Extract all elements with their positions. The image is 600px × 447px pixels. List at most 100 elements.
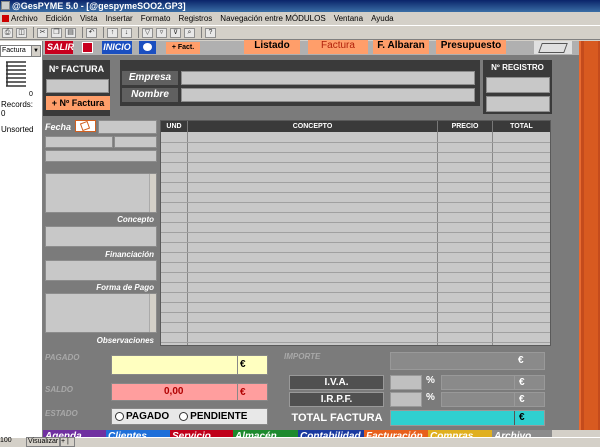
undo-icon[interactable]: ↶ bbox=[86, 27, 97, 38]
iva-percent-field[interactable] bbox=[390, 375, 422, 390]
visualizar-button[interactable]: Visualizar bbox=[26, 437, 60, 447]
euro-symbol: € bbox=[237, 356, 267, 374]
extra-field-2[interactable] bbox=[114, 136, 157, 148]
exit-icon[interactable] bbox=[82, 42, 93, 53]
spring-icon bbox=[6, 61, 26, 87]
percent-symbol: % bbox=[426, 392, 435, 403]
concepto-textarea[interactable] bbox=[45, 173, 157, 213]
record-number: 0 bbox=[29, 91, 33, 98]
menu-vista[interactable]: Vista bbox=[80, 14, 98, 23]
fecha-label: Fecha bbox=[45, 122, 72, 132]
grid-row-line bbox=[161, 312, 550, 313]
observaciones-textarea[interactable] bbox=[45, 293, 157, 333]
radio-pendiente[interactable]: PENDIENTE bbox=[179, 411, 247, 422]
nregistro-field-2[interactable] bbox=[486, 96, 550, 112]
add-nfactura-button[interactable]: + Nº Factura bbox=[46, 96, 110, 110]
grid-row-line bbox=[161, 212, 550, 213]
euro-symbol: € bbox=[237, 384, 267, 400]
find-icon[interactable]: ⌕ bbox=[184, 27, 195, 38]
saldo-field[interactable]: 0,00 € bbox=[111, 383, 268, 401]
menu-ventana[interactable]: Ventana bbox=[334, 14, 363, 23]
radio-pagado[interactable]: PAGADO bbox=[115, 411, 169, 422]
sort-desc-icon[interactable]: ↓ bbox=[121, 27, 132, 38]
add-factura-button[interactable]: + Fact. bbox=[166, 42, 200, 54]
iva-amount-field[interactable]: € bbox=[441, 375, 545, 390]
grid-row-line bbox=[161, 242, 550, 243]
tab-factura[interactable]: Factura bbox=[308, 40, 368, 54]
grid-row-line bbox=[161, 282, 550, 283]
title-bar: @GesPYME 5.0 - [@gespymeSOO2.GP3] bbox=[0, 0, 600, 12]
view-toggle-button[interactable]: + | bbox=[60, 437, 75, 447]
menu-insertar[interactable]: Insertar bbox=[106, 14, 133, 23]
grid-row-line bbox=[161, 262, 550, 263]
preview-icon[interactable]: ◫ bbox=[16, 27, 27, 38]
pagado-label: PAGADO bbox=[45, 353, 80, 362]
filter-form-icon[interactable]: ▿ bbox=[156, 27, 167, 38]
scrollbar[interactable] bbox=[149, 174, 156, 212]
financiacion-label: Financiación bbox=[105, 250, 154, 259]
tab-albaran[interactable]: F. Albaran bbox=[373, 40, 429, 54]
estado-radio-group: PAGADO PENDIENTE bbox=[111, 408, 268, 425]
help-icon[interactable]: ? bbox=[205, 27, 216, 38]
menu-ayuda[interactable]: Ayuda bbox=[371, 14, 394, 23]
object-combo[interactable]: Factura ▼ bbox=[0, 45, 41, 57]
grid-row-line bbox=[161, 302, 550, 303]
menu-edicion[interactable]: Edición bbox=[46, 14, 72, 23]
grid-row-line bbox=[161, 142, 550, 143]
extra-field-3[interactable] bbox=[45, 150, 157, 162]
tab-presupuesto[interactable]: Presupuesto bbox=[436, 40, 506, 54]
total-factura-field[interactable]: € bbox=[390, 410, 545, 426]
toolbar: ⎙ ◫ ✂ ❐ ▤ ↶ ↑ ↓ ▽ ▿ ⊽ ⌕ ? bbox=[0, 25, 600, 40]
menu-registros[interactable]: Registros bbox=[179, 14, 213, 23]
pagado-field[interactable]: € bbox=[111, 355, 268, 375]
grid-row-line bbox=[161, 192, 550, 193]
nfactura-field[interactable] bbox=[46, 79, 109, 93]
salir-button[interactable]: SALIR bbox=[45, 41, 74, 54]
irpf-amount-field[interactable]: € bbox=[441, 392, 545, 407]
grid-row-line bbox=[161, 322, 550, 323]
line-items-grid[interactable]: UND CONCEPTO PRECIO TOTAL bbox=[160, 120, 551, 346]
menu-bar: Archivo Edición Vista Insertar Formato R… bbox=[0, 12, 600, 25]
cut-icon[interactable]: ✂ bbox=[37, 27, 48, 38]
observaciones-label: Observaciones bbox=[96, 336, 154, 345]
nregistro-field[interactable] bbox=[486, 77, 550, 93]
nregistro-label: Nº REGISTRO bbox=[484, 62, 551, 74]
chevron-down-icon[interactable]: ▼ bbox=[31, 46, 40, 56]
forma-pago-field[interactable] bbox=[45, 260, 157, 281]
irpf-percent-field[interactable] bbox=[390, 392, 422, 407]
grid-row-line bbox=[161, 162, 550, 163]
iva-label: I.V.A. bbox=[289, 375, 384, 390]
nombre-label: Nombre bbox=[122, 88, 178, 102]
print-icon[interactable]: ⎙ bbox=[2, 27, 13, 38]
mail-icon[interactable] bbox=[534, 41, 572, 54]
empresa-field[interactable] bbox=[181, 71, 475, 85]
calendar-icon[interactable] bbox=[75, 120, 96, 132]
extra-field-1[interactable] bbox=[45, 136, 113, 148]
grid-row-line bbox=[161, 332, 550, 333]
status-bar bbox=[0, 437, 600, 447]
importe-field[interactable]: € bbox=[390, 352, 545, 370]
nombre-field[interactable] bbox=[181, 88, 475, 102]
tab-listado[interactable]: Listado bbox=[244, 40, 300, 54]
grid-row-line bbox=[161, 172, 550, 173]
filter-icon[interactable]: ▽ bbox=[142, 27, 153, 38]
menu-navegacion[interactable]: Navegación entre MÓDULOS bbox=[220, 14, 325, 23]
fecha-field[interactable] bbox=[98, 120, 157, 134]
right-decoration bbox=[579, 41, 600, 430]
home-icon[interactable] bbox=[139, 41, 156, 54]
menu-archivo[interactable]: Archivo bbox=[2, 14, 38, 23]
paste-icon[interactable]: ▤ bbox=[65, 27, 76, 38]
percent-symbol: % bbox=[426, 375, 435, 386]
copy-icon[interactable]: ❐ bbox=[51, 27, 62, 38]
scrollbar[interactable] bbox=[149, 294, 156, 332]
grid-row-line bbox=[161, 232, 550, 233]
zoom-level: 100 bbox=[0, 437, 12, 444]
sort-asc-icon[interactable]: ↑ bbox=[107, 27, 118, 38]
apply-filter-icon[interactable]: ⊽ bbox=[170, 27, 181, 38]
grid-header: UND CONCEPTO PRECIO TOTAL bbox=[161, 121, 550, 132]
financiacion-field[interactable] bbox=[45, 226, 157, 247]
window-title: @GesPYME 5.0 - [@gespymeSOO2.GP3] bbox=[12, 1, 186, 11]
inicio-button[interactable]: INICIO bbox=[102, 41, 132, 54]
records-count: Records: 0 bbox=[1, 100, 34, 118]
menu-formato[interactable]: Formato bbox=[141, 14, 171, 23]
